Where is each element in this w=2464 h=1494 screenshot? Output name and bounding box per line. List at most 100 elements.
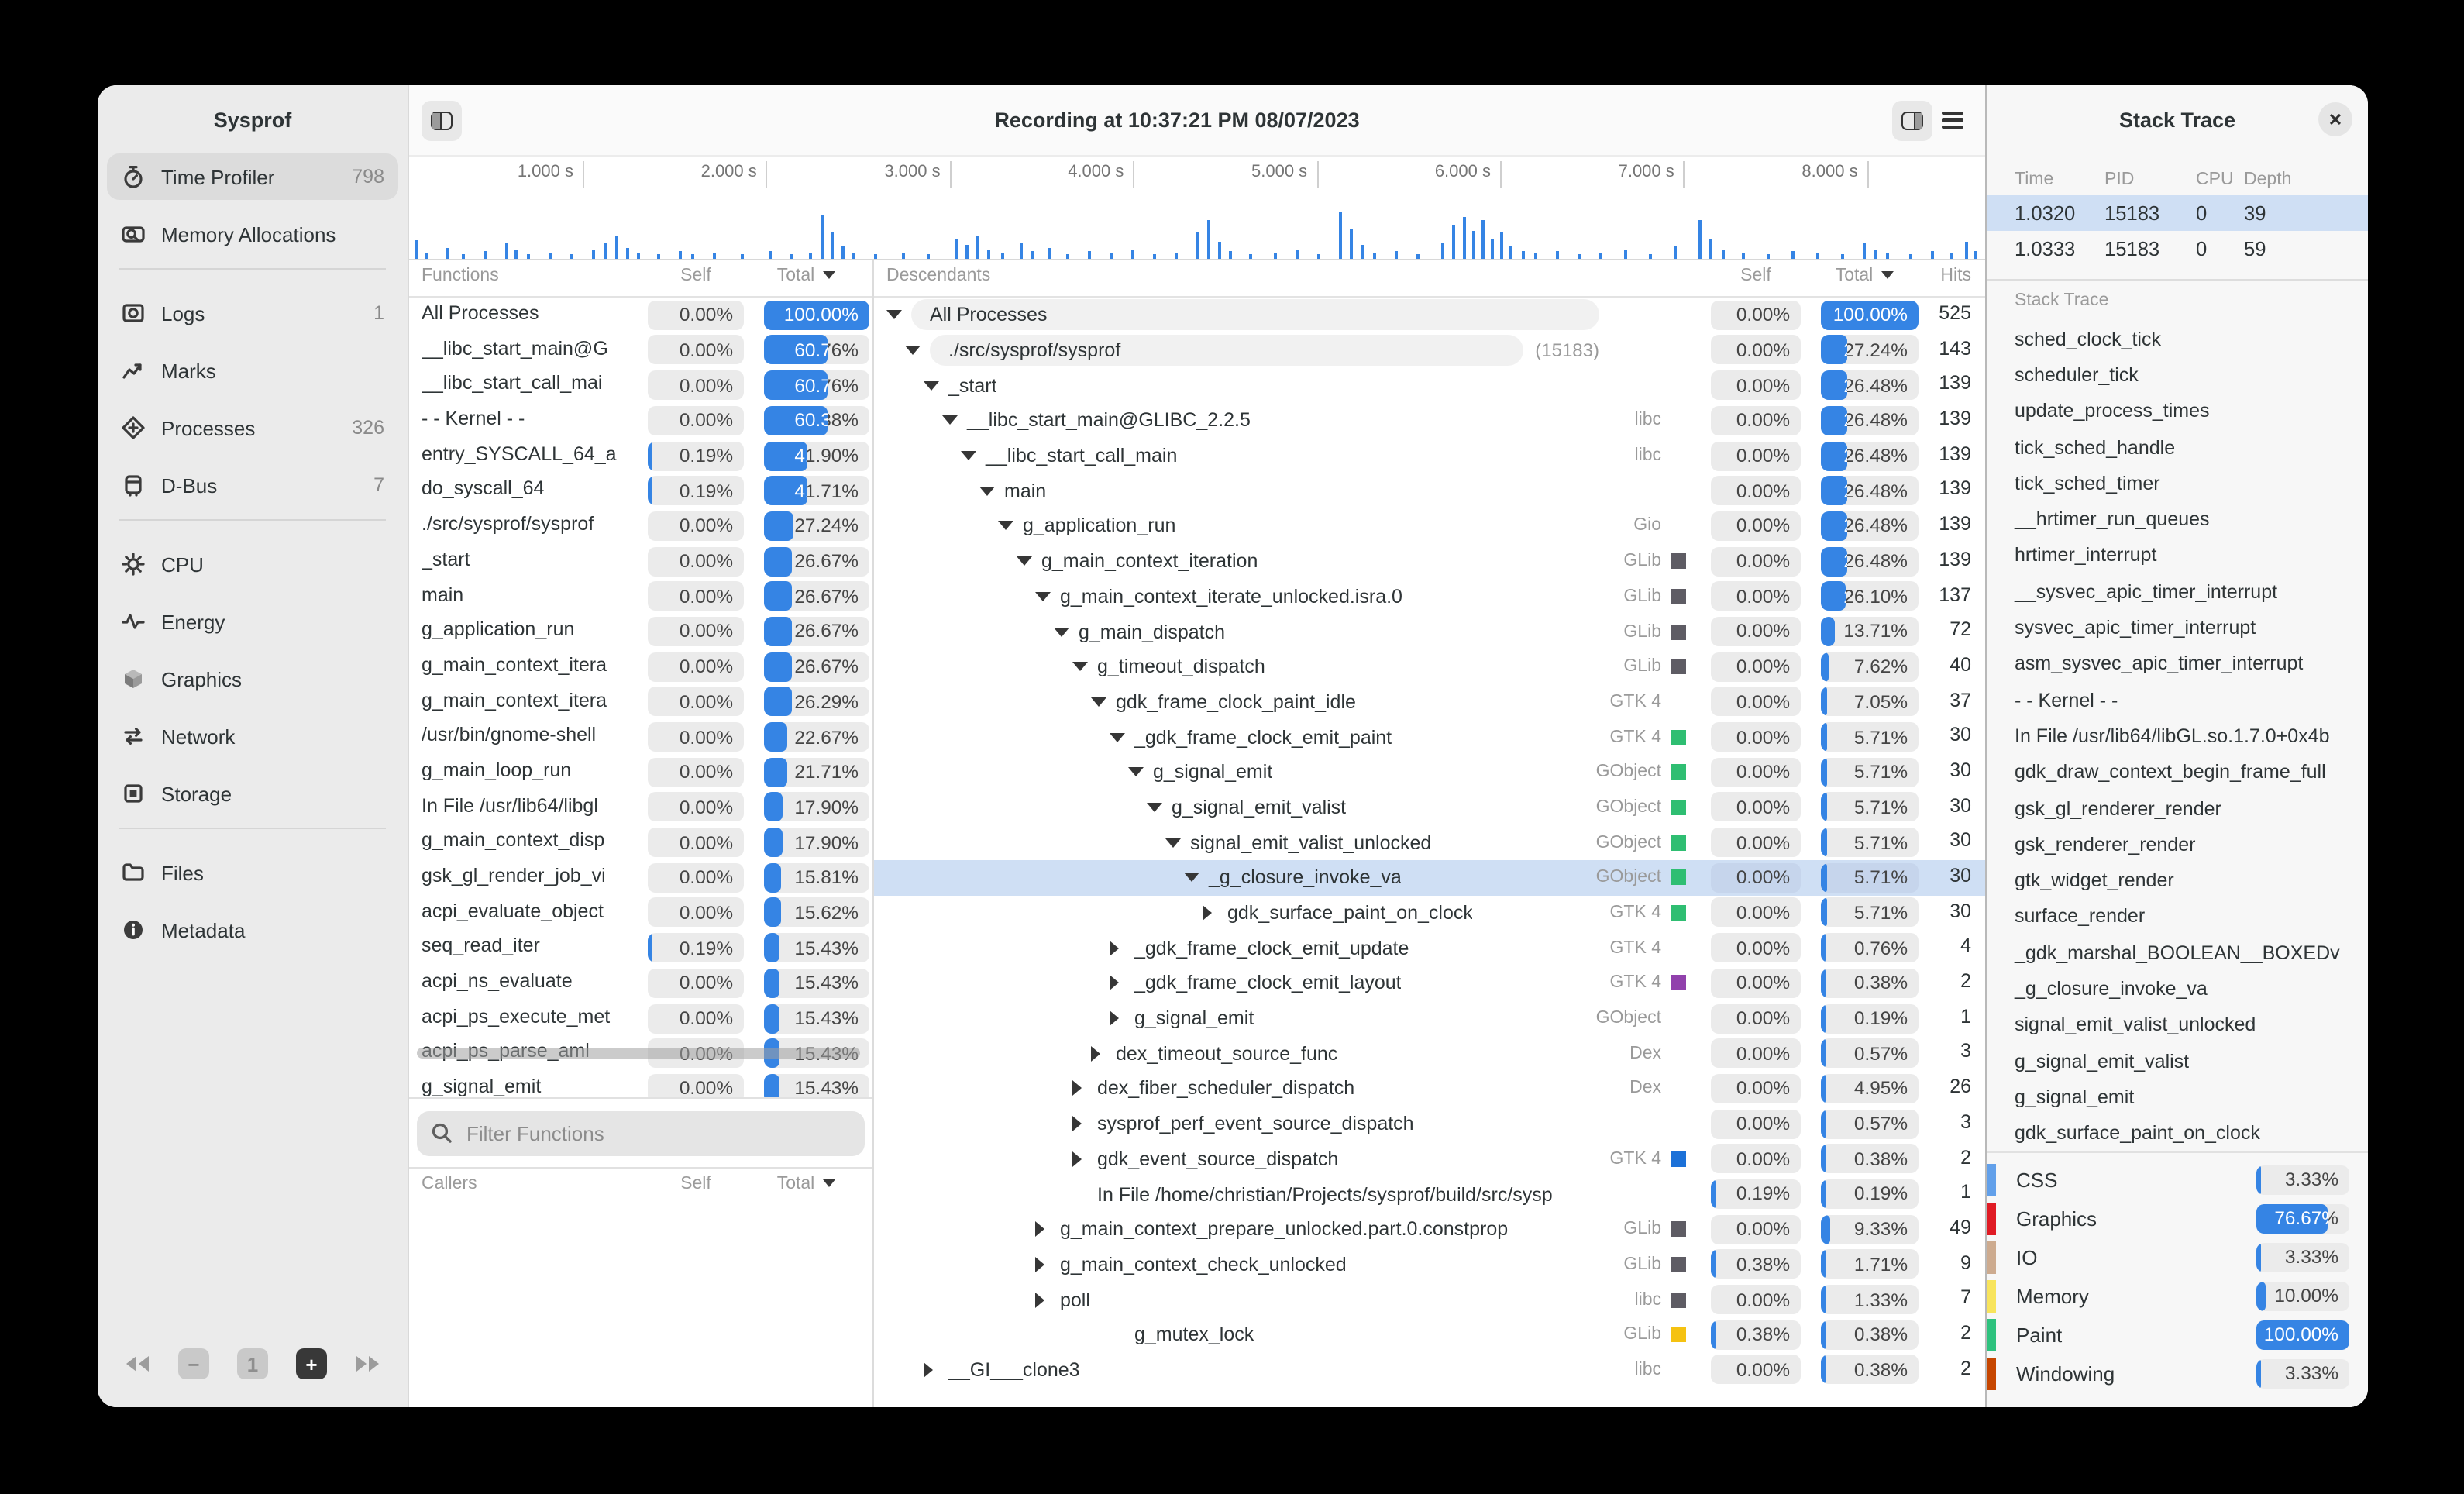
- expander-right-icon[interactable]: [924, 1362, 948, 1378]
- expander-down-icon[interactable]: [961, 451, 986, 460]
- descendant-row[interactable]: g_timeout_dispatchGLib0.00%7.62%7.62%40: [874, 649, 1985, 684]
- descendant-row[interactable]: polllibc0.00%1.33%1.33%7: [874, 1282, 1985, 1317]
- descendant-row[interactable]: signal_emit_valist_unlockedGObject0.00%5…: [874, 825, 1985, 860]
- seek-backward-icon[interactable]: [124, 1355, 150, 1373]
- function-row[interactable]: acpi_evaluate_object0.00%15.62%15.62%: [409, 895, 872, 930]
- stack-frame-row[interactable]: sched_clock_tick: [1987, 321, 2368, 357]
- stack-frame-row[interactable]: In File /usr/lib64/libGL.so.1.7.0+0x4b: [1987, 718, 2368, 755]
- stack-frame-row[interactable]: gdk_surface_paint_on_clock: [1987, 1115, 2368, 1151]
- descendant-row[interactable]: g_main_context_prepare_unlocked.part.0.c…: [874, 1212, 1985, 1247]
- expander-down-icon[interactable]: [1110, 732, 1134, 742]
- primary-menu-button[interactable]: [1932, 100, 1973, 140]
- descendant-row[interactable]: dex_fiber_scheduler_dispatchDex0.00%4.95…: [874, 1071, 1985, 1106]
- expander-down-icon[interactable]: [1165, 838, 1190, 847]
- descendant-row[interactable]: g_main_context_check_unlockedGLib0.38%0.…: [874, 1247, 1985, 1282]
- expander-down-icon[interactable]: [1054, 627, 1079, 636]
- function-row[interactable]: acpi_ns_evaluate0.00%15.43%15.43%: [409, 966, 872, 1000]
- stack-frame-row[interactable]: asm_sysvec_apic_timer_interrupt: [1987, 645, 2368, 682]
- expander-right-icon[interactable]: [1091, 1046, 1116, 1062]
- sample-row[interactable]: 1.032015183039: [1987, 195, 2368, 231]
- sidebar-item-d-bus[interactable]: D-Bus7: [107, 462, 398, 508]
- expander-down-icon[interactable]: [942, 416, 967, 425]
- timeline-ruler[interactable]: 1.000 s2.000 s3.000 s4.000 s5.000 s6.000…: [409, 157, 1985, 194]
- expander-right-icon[interactable]: [1072, 1151, 1097, 1167]
- expander-down-icon[interactable]: [1091, 697, 1116, 707]
- expander-down-icon[interactable]: [905, 346, 930, 355]
- function-row[interactable]: - - Kernel - -0.00%60.38%60.38%: [409, 403, 872, 438]
- function-row[interactable]: All Processes0.00%100.00%100.00%: [409, 298, 872, 332]
- stack-frame-row[interactable]: gdk_draw_context_begin_frame_full: [1987, 754, 2368, 790]
- zoom-level-button[interactable]: 1: [237, 1348, 268, 1379]
- descendant-row[interactable]: _gdk_frame_clock_emit_layoutGTK 40.00%0.…: [874, 966, 1985, 1000]
- sidebar-item-cpu[interactable]: CPU: [107, 541, 398, 587]
- stack-frame-row[interactable]: sysvec_apic_timer_interrupt: [1987, 610, 2368, 646]
- expander-right-icon[interactable]: [1203, 905, 1227, 921]
- function-row[interactable]: g_main_context_itera0.00%26.67%26.67%: [409, 649, 872, 684]
- sidebar-item-network[interactable]: Network: [107, 713, 398, 759]
- function-row[interactable]: g_main_loop_run0.00%21.71%21.71%: [409, 755, 872, 790]
- function-row[interactable]: gsk_gl_render_job_vi0.00%15.81%15.81%: [409, 860, 872, 895]
- expander-down-icon[interactable]: [886, 311, 911, 320]
- function-row[interactable]: g_signal_emit0.00%15.43%15.43%: [409, 1071, 872, 1097]
- stack-frame-row[interactable]: gtk_widget_render: [1987, 862, 2368, 899]
- descendant-row[interactable]: g_signal_emitGObject0.00%0.19%0.19%1: [874, 1001, 1985, 1036]
- expander-down-icon[interactable]: [1072, 662, 1097, 671]
- descendant-row[interactable]: All Processes0.00%100.00%100.00%525: [874, 298, 1985, 332]
- stack-frame-row[interactable]: scheduler_tick: [1987, 357, 2368, 394]
- descendant-row[interactable]: gdk_surface_paint_on_clockGTK 40.00%5.71…: [874, 895, 1985, 930]
- descendant-row[interactable]: g_mutex_lockGLib0.38%0.38%0.38%0.38%2: [874, 1317, 1985, 1352]
- function-row[interactable]: __libc_start_call_mai0.00%60.76%60.76%: [409, 368, 872, 403]
- descendant-row[interactable]: ./src/sysprof/sysprof(15183)0.00%27.24%2…: [874, 332, 1985, 367]
- sample-row[interactable]: 1.033315183059: [1987, 231, 2368, 267]
- stack-frame-row[interactable]: tick_sched_timer: [1987, 465, 2368, 501]
- stack-frame-row[interactable]: __hrtimer_run_queues: [1987, 501, 2368, 538]
- function-row[interactable]: In File /usr/lib64/libgl0.00%17.90%17.90…: [409, 790, 872, 824]
- expander-down-icon[interactable]: [979, 487, 1004, 496]
- descendant-row[interactable]: _start0.00%26.48%26.48%139: [874, 368, 1985, 403]
- expander-right-icon[interactable]: [1035, 1221, 1060, 1237]
- function-row[interactable]: g_main_context_disp0.00%17.90%17.90%: [409, 825, 872, 860]
- panel-toggle-button[interactable]: [1892, 100, 1932, 140]
- sidebar-item-time-profiler[interactable]: Time Profiler798: [107, 153, 398, 200]
- function-row[interactable]: /usr/bin/gnome-shell0.00%22.67%22.67%: [409, 720, 872, 755]
- descendant-row[interactable]: dex_timeout_source_funcDex0.00%0.57%0.57…: [874, 1036, 1985, 1071]
- stack-frame-row[interactable]: __sysvec_apic_timer_interrupt: [1987, 573, 2368, 610]
- descendant-row[interactable]: _gdk_frame_clock_emit_updateGTK 40.00%0.…: [874, 931, 1985, 966]
- stack-frame-row[interactable]: _gdk_marshal_BOOLEAN__BOXEDv: [1987, 935, 2368, 971]
- descendant-row[interactable]: sysprof_perf_event_source_dispatch0.00%0…: [874, 1107, 1985, 1141]
- horizontal-scrollbar[interactable]: [417, 1048, 860, 1059]
- stack-frame-row[interactable]: gsk_renderer_render: [1987, 826, 2368, 862]
- function-row[interactable]: g_application_run0.00%26.67%26.67%: [409, 614, 872, 649]
- descendant-row[interactable]: _gdk_frame_clock_emit_paintGTK 40.00%5.7…: [874, 720, 1985, 755]
- function-row[interactable]: ./src/sysprof/sysprof0.00%27.24%27.24%: [409, 508, 872, 543]
- descendant-row[interactable]: __libc_start_call_mainlibc0.00%26.48%26.…: [874, 439, 1985, 473]
- stack-frame-row[interactable]: signal_emit_valist_unlocked: [1987, 1007, 2368, 1043]
- descendant-row[interactable]: g_signal_emitGObject0.00%5.71%5.71%30: [874, 755, 1985, 790]
- descendant-row[interactable]: __GI___clone3libc0.00%0.38%0.38%2: [874, 1352, 1985, 1387]
- sidebar-item-marks[interactable]: Marks: [107, 347, 398, 394]
- descendants-header[interactable]: Descendants: [886, 267, 990, 285]
- sidebar-item-metadata[interactable]: Metadata: [107, 907, 398, 953]
- descendant-row[interactable]: In File /home/christian/Projects/sysprof…: [874, 1176, 1985, 1211]
- filter-functions-input[interactable]: [463, 1120, 851, 1146]
- callers-total-header[interactable]: Total: [753, 1175, 859, 1193]
- descendant-row[interactable]: g_signal_emit_valistGObject0.00%5.71%5.7…: [874, 790, 1985, 824]
- zoom-in-button[interactable]: +: [296, 1348, 327, 1379]
- cpu-activity-chart[interactable]: [409, 194, 1985, 260]
- stack-frame-row[interactable]: - - Kernel - -: [1987, 682, 2368, 718]
- sidebar-item-memory-allocations[interactable]: Memory Allocations: [107, 211, 398, 257]
- expander-down-icon[interactable]: [1184, 873, 1209, 883]
- descendant-row[interactable]: g_main_dispatchGLib0.00%13.71%13.71%72: [874, 614, 1985, 649]
- sidebar-item-storage[interactable]: Storage: [107, 770, 398, 817]
- expander-down-icon[interactable]: [1147, 803, 1172, 812]
- expander-down-icon[interactable]: [1017, 556, 1041, 566]
- expander-right-icon[interactable]: [1035, 1292, 1060, 1307]
- function-row[interactable]: seq_read_iter0.19%0.19%15.43%15.43%: [409, 931, 872, 966]
- expander-right-icon[interactable]: [1072, 1081, 1097, 1096]
- function-row[interactable]: g_main_context_itera0.00%26.29%26.29%: [409, 684, 872, 719]
- function-row[interactable]: main0.00%26.67%26.67%: [409, 579, 872, 614]
- descendant-row[interactable]: gdk_event_source_dispatchGTK 40.00%0.38%…: [874, 1141, 1985, 1176]
- expander-right-icon[interactable]: [1110, 1010, 1134, 1026]
- close-panel-button[interactable]: ✕: [2318, 102, 2352, 136]
- descendant-row[interactable]: g_main_context_iterate_unlocked.isra.0GL…: [874, 579, 1985, 614]
